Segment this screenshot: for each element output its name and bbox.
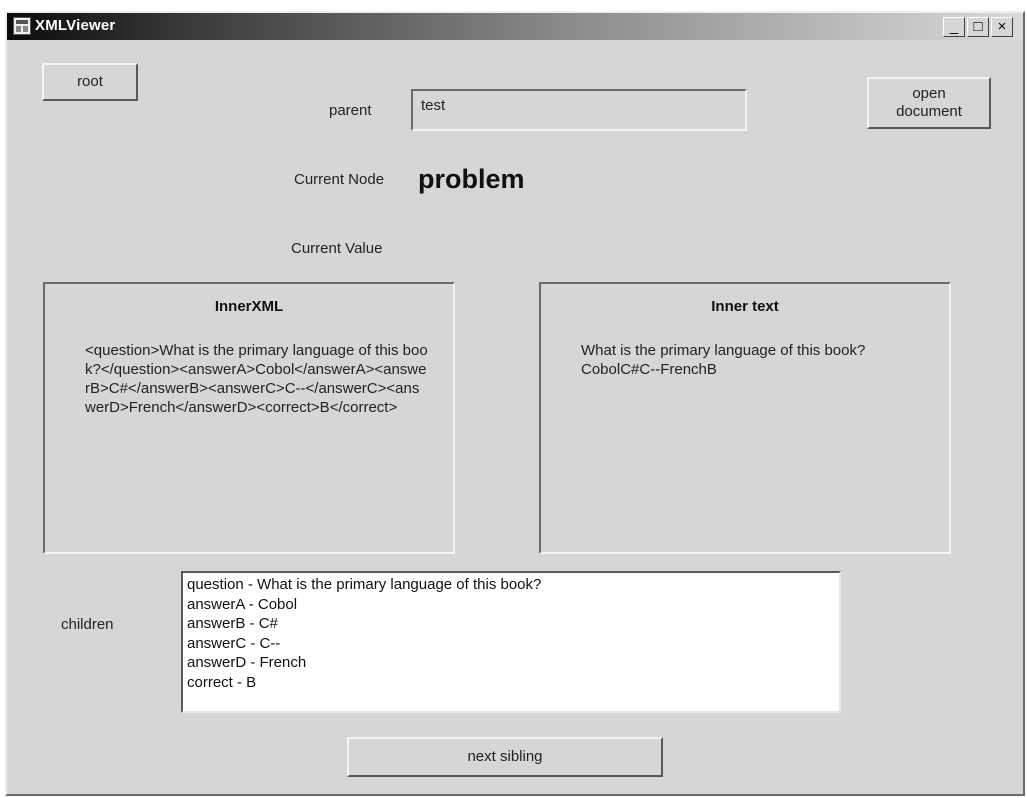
inner-text-panel: Inner text What is the primary language … — [539, 282, 951, 554]
open-document-button[interactable]: open document — [867, 77, 991, 129]
inner-xml-panel: InnerXML <question>What is the primary l… — [43, 282, 455, 554]
window-title: XMLViewer — [35, 17, 116, 34]
inner-xml-title: InnerXML — [214, 298, 284, 315]
close-button[interactable]: × — [991, 17, 1013, 37]
root-button[interactable]: root — [42, 63, 138, 101]
list-item[interactable]: answerC - C-- — [187, 634, 835, 654]
parent-label: parent — [329, 102, 372, 119]
list-item[interactable]: correct - B — [187, 673, 835, 693]
list-item[interactable]: answerD - French — [187, 653, 835, 673]
current-node-value: problem — [418, 164, 525, 194]
current-value-label: Current Value — [291, 240, 383, 257]
title-bar[interactable]: XMLViewer _ □ × — [7, 13, 1023, 40]
list-item[interactable]: answerA - Cobol — [187, 595, 835, 615]
inner-xml-text: <question>What is the primary language o… — [85, 342, 428, 416]
list-item[interactable]: question - What is the primary language … — [187, 575, 835, 595]
parent-field[interactable]: test — [411, 89, 747, 131]
inner-text-text: What is the primary language of this boo… — [581, 342, 866, 378]
xmlviewer-window: XMLViewer _ □ × root parent test open do… — [5, 11, 1025, 796]
app-icon[interactable] — [13, 17, 31, 35]
children-listbox[interactable]: question - What is the primary language … — [181, 571, 841, 713]
inner-text-title: Inner text — [711, 298, 779, 315]
current-node-label: Current Node — [294, 171, 385, 188]
maximize-button[interactable]: □ — [967, 17, 989, 37]
children-label: children — [61, 616, 114, 633]
minimize-button[interactable]: _ — [943, 17, 965, 37]
next-sibling-button[interactable]: next sibling — [347, 737, 663, 777]
list-item[interactable]: answerB - C# — [187, 614, 835, 634]
